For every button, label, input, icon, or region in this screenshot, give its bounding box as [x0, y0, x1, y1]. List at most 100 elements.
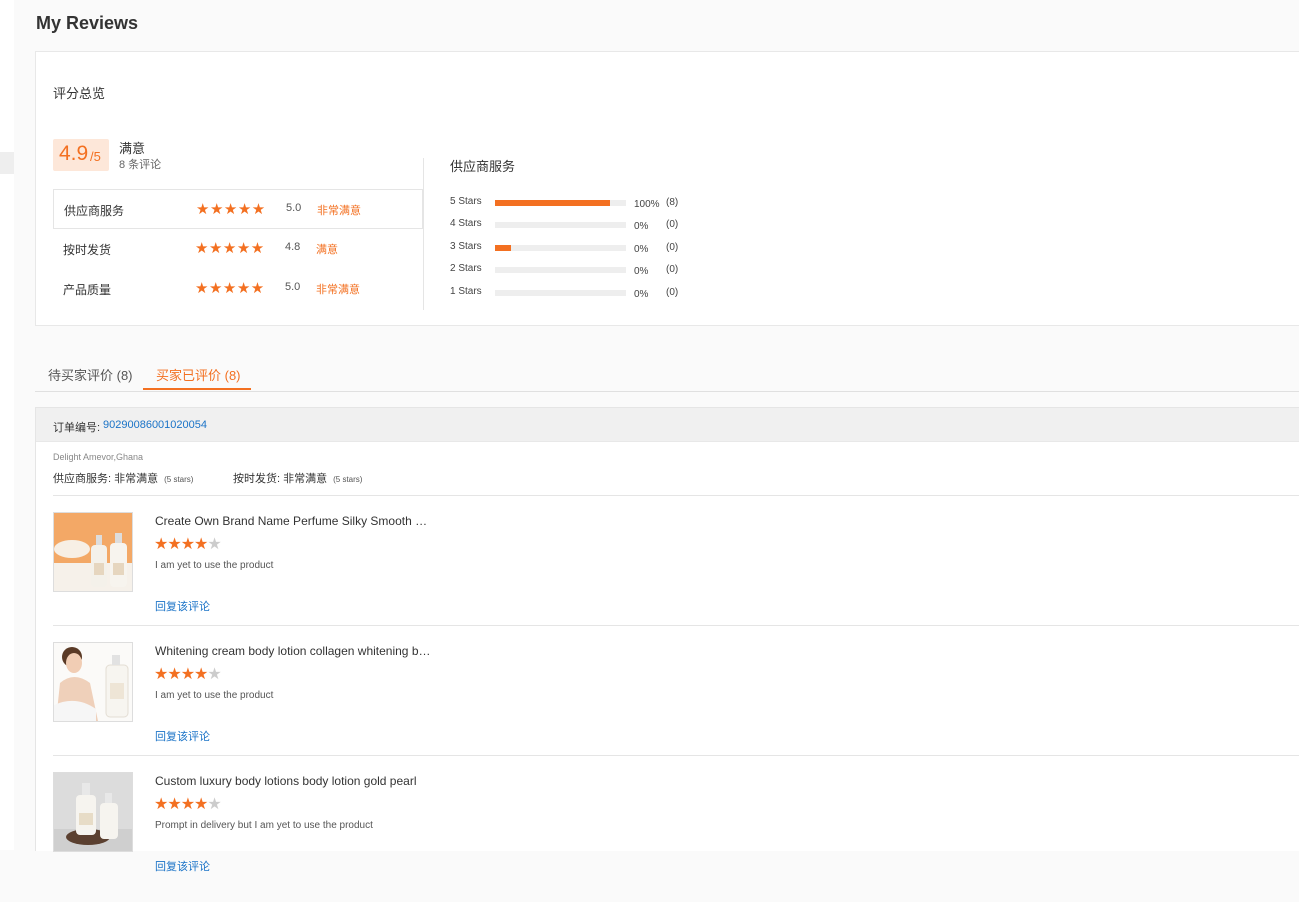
- buyer-rating-label: 按时发货: 非常满意: [233, 473, 328, 485]
- star-icon: ★: [180, 536, 195, 553]
- divider: [53, 625, 1299, 626]
- rating-label: 供应商服务: [64, 204, 125, 218]
- distribution-count: (0): [666, 219, 679, 230]
- distribution-bar-fill: [495, 245, 511, 251]
- distribution-bar-fill: [495, 200, 611, 206]
- distribution-percent: 0%: [634, 244, 649, 255]
- review-comment: Prompt in delivery but I am yet to use t…: [155, 820, 373, 831]
- overview-divider: [423, 158, 424, 310]
- reply-review-link[interactable]: 回复该评论: [155, 598, 210, 614]
- product-title[interactable]: Custom luxury body lotions body lotion g…: [155, 774, 435, 788]
- distribution-title: 供应商服务: [450, 159, 516, 174]
- buyer-rating-delivery: 按时发货: 非常满意 (5 stars): [233, 470, 362, 486]
- tab-completed-reviews[interactable]: 买家已评价 (8): [156, 365, 241, 384]
- review-item: Whitening cream body lotion collagen whi…: [53, 642, 1293, 772]
- overall-satisfaction: 满意: [119, 141, 146, 156]
- star-icon: ★: [194, 666, 208, 683]
- review-comment: I am yet to use the product: [155, 690, 274, 701]
- star-icon: ★: [167, 666, 181, 683]
- overall-score-badge: 4.9 /5: [53, 139, 109, 171]
- review-comment: I am yet to use the product: [155, 560, 274, 571]
- distribution-bar: [495, 267, 626, 273]
- star-icon: ★: [194, 536, 208, 553]
- distribution-bar: [495, 245, 626, 251]
- distribution-count: (0): [666, 287, 679, 298]
- active-tab-indicator: [143, 388, 251, 390]
- rating-score: 5.0: [285, 281, 301, 293]
- star-icon: ★: [167, 536, 181, 553]
- order-number-label: 订单编号:: [53, 422, 101, 434]
- rating-row-on-time-delivery[interactable]: 按时发货 ★★★★★ 4.8 满意: [53, 229, 423, 269]
- distribution-label: 5 Stars: [450, 196, 482, 207]
- star-icon: ★: [180, 796, 195, 813]
- star-icon: ★: [154, 536, 168, 553]
- distribution-row-3: 3 Stars 0% (0): [450, 239, 710, 259]
- divider: [53, 755, 1299, 756]
- distribution-row-1: 1 Stars 0% (0): [450, 284, 710, 304]
- overall-score: 4.9: [59, 142, 89, 165]
- star-rating-icon: ★★★★★: [154, 664, 222, 684]
- distribution-bar: [495, 200, 626, 206]
- reply-review-link[interactable]: 回复该评论: [155, 858, 210, 874]
- divider: [53, 495, 1299, 496]
- order-header: 订单编号: 90290086001020054: [36, 408, 1299, 442]
- rating-overview-panel: 评分总览 4.9 /5 满意 8 条评论 供应商服务 ★★★★★ 5.0 非常满…: [35, 51, 1299, 326]
- gutter-mark: [0, 152, 14, 174]
- star-icon: ★: [180, 666, 195, 683]
- star-icon: ★: [207, 536, 221, 553]
- distribution-label: 4 Stars: [450, 218, 482, 229]
- review-item: Create Own Brand Name Perfume Silky Smoo…: [53, 512, 1293, 642]
- star-rating-icon: ★★★★★: [154, 794, 222, 814]
- reviews-page: My Reviews 评分总览 4.9 /5 满意 8 条评论 供应商服务 ★★…: [35, 0, 1299, 873]
- distribution-count: (0): [666, 264, 679, 275]
- star-rating-icon: ★★★★★: [195, 240, 265, 257]
- buyer-rating-stars: (5 stars): [333, 475, 363, 484]
- distribution-percent: 0%: [634, 289, 649, 300]
- distribution-label: 2 Stars: [450, 263, 482, 274]
- distribution-label: 3 Stars: [450, 241, 482, 252]
- star-rating-icon: ★★★★★: [154, 534, 222, 554]
- buyer-location: Delight Amevor,Ghana: [53, 452, 144, 462]
- star-rating-icon: ★★★★★: [195, 280, 265, 297]
- rating-text: 满意: [316, 244, 338, 256]
- reply-review-link[interactable]: 回复该评论: [155, 728, 210, 744]
- order-number-link[interactable]: 90290086001020054: [103, 419, 207, 431]
- distribution-row-5: 5 Stars 100% (8): [450, 194, 710, 214]
- distribution-row-4: 4 Stars 0% (0): [450, 216, 710, 236]
- distribution-percent: 100%: [634, 199, 660, 210]
- product-thumbnail[interactable]: [53, 642, 133, 722]
- star-icon: ★: [154, 666, 168, 683]
- product-thumbnail[interactable]: [53, 512, 133, 592]
- product-thumbnail[interactable]: [53, 772, 133, 852]
- star-icon: ★: [207, 796, 221, 813]
- rating-text: 非常满意: [316, 284, 360, 296]
- product-title[interactable]: Create Own Brand Name Perfume Silky Smoo…: [155, 514, 435, 528]
- review-item: Custom luxury body lotions body lotion g…: [53, 772, 1293, 902]
- product-title[interactable]: Whitening cream body lotion collagen whi…: [155, 644, 435, 658]
- rating-label: 按时发货: [63, 243, 112, 257]
- buyer-rating-stars: (5 stars): [164, 475, 194, 484]
- rating-label: 产品质量: [63, 283, 112, 297]
- distribution-count: (8): [666, 197, 679, 208]
- rating-score: 5.0: [286, 202, 302, 214]
- buyer-rating-label: 供应商服务: 非常满意: [53, 473, 159, 485]
- distribution-bar: [495, 222, 626, 228]
- distribution-count: (0): [666, 242, 679, 253]
- rating-row-product-quality[interactable]: 产品质量 ★★★★★ 5.0 非常满意: [53, 269, 423, 309]
- left-gutter: [0, 0, 14, 850]
- distribution-percent: 0%: [634, 266, 649, 277]
- rating-text: 非常满意: [317, 205, 361, 217]
- distribution-percent: 0%: [634, 221, 649, 232]
- rating-row-supplier-service[interactable]: 供应商服务 ★★★★★ 5.0 非常满意: [53, 189, 423, 229]
- star-icon: ★: [167, 796, 181, 813]
- star-rating-icon: ★★★★★: [196, 201, 266, 218]
- buyer-rating-supplier: 供应商服务: 非常满意 (5 stars): [53, 470, 193, 486]
- tab-pending-reviews[interactable]: 待买家评价 (8): [48, 365, 133, 384]
- rating-score: 4.8: [285, 241, 301, 253]
- star-icon: ★: [207, 666, 221, 683]
- overall-score-max: /5: [90, 149, 101, 164]
- star-icon: ★: [194, 796, 208, 813]
- review-tabs: 待买家评价 (8) 买家已评价 (8): [35, 355, 1299, 392]
- review-count: 8 条评论: [119, 159, 162, 171]
- star-icon: ★: [154, 796, 168, 813]
